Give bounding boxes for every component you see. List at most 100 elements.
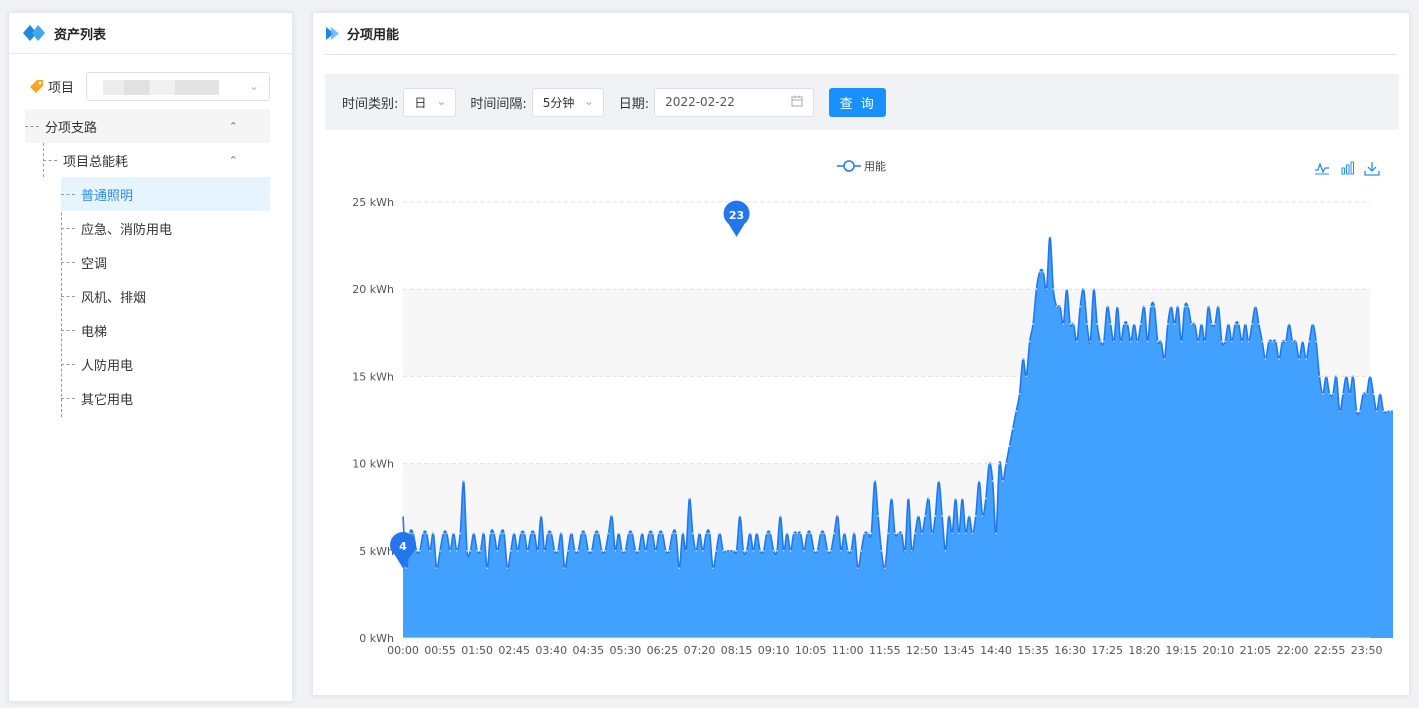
data-point [1345,375,1348,378]
chevron-up-icon[interactable]: ⌃ [229,154,238,167]
data-point [621,549,623,552]
data-point [1153,305,1156,308]
time-type-select[interactable]: 日 ⌄ [403,87,457,117]
data-point [698,532,701,535]
data-point [998,462,1001,465]
data-point [843,532,846,535]
x-tick-label: 23:50 [1351,644,1383,657]
data-point [830,549,832,552]
data-point [1143,305,1146,308]
x-tick-label: 21:05 [1240,644,1272,657]
data-point [1294,340,1297,343]
data-point [752,549,755,552]
tree-item[interactable]: 风机、排烟 [61,279,270,313]
data-point [452,532,455,535]
energy-area-chart: 0 kWh5 kWh10 kWh15 kWh20 kWh25 kWh00:00 0… [352,159,1393,657]
tree-item[interactable]: 空调 [61,245,270,279]
data-point [708,532,711,535]
data-point [1234,323,1237,325]
tree-item-label: 普通照明 [81,188,134,204]
data-point [796,532,799,535]
y-tick-label: 15 kWh [352,370,394,383]
tree-item[interactable]: 普通照明 [61,177,270,211]
tree-item[interactable]: 电梯 [61,313,270,347]
download-icon[interactable] [1364,161,1380,180]
time-interval-label: 时间间隔: [470,96,527,112]
calendar-icon [791,95,803,106]
data-point [469,549,472,552]
asset-list-title: 资产列表 [54,27,107,43]
tree-item[interactable]: 应急、消防用电 [61,211,270,245]
data-point [755,532,758,535]
data-point [981,515,984,517]
data-point [543,549,546,552]
data-point [1342,392,1344,395]
data-point [479,549,482,552]
data-point [1257,323,1260,325]
data-point [1018,392,1021,395]
data-point [604,549,607,552]
tree-node-root[interactable]: 分项支路 ⌃ [25,109,270,143]
date-label: 日期: [618,96,650,112]
data-point [493,532,495,535]
data-point [405,567,408,570]
data-point [560,532,563,535]
data-point [557,549,559,552]
x-tick-label: 05:30 [610,644,642,657]
data-point [442,532,445,535]
x-tick-label: 22:00 [1277,644,1309,657]
data-point [984,497,987,500]
tree-node-total[interactable]: 项目总能耗 ⌃ [25,143,270,177]
data-point [671,532,674,535]
asset-list-panel: 资产列表 项目 ⌄ 分项支路 ⌃ 项目总能耗 ⌃ 普通照明 应急、消防用电 空调 风机… [8,12,293,702]
x-tick-label: 17:25 [1091,644,1123,657]
chevron-up-icon[interactable]: ⌃ [229,120,238,133]
line-chart-icon[interactable] [1314,161,1330,179]
query-button[interactable]: 查 询 [829,87,887,117]
data-point [1241,340,1243,343]
x-tick-label: 16:30 [1054,644,1086,657]
data-point [1298,358,1301,360]
data-point [486,567,489,570]
data-point [1011,427,1014,430]
bar-chart-icon[interactable] [1340,161,1356,179]
data-point [1281,340,1284,343]
data-point [1008,445,1011,448]
data-point [904,549,906,552]
x-tick-label: 02:45 [498,644,530,657]
data-point [917,515,920,517]
data-point [803,549,805,552]
y-tick-label: 10 kWh [352,458,394,471]
date-value: 2022-02-22 [665,95,735,109]
time-interval-select[interactable]: 5分钟 ⌄ [531,87,604,117]
data-point [476,549,479,552]
tree-item-label: 人防用电 [81,358,134,374]
diamond-logo-icon [23,25,45,41]
data-point [765,532,768,535]
data-point [907,497,910,500]
data-point [978,480,981,482]
tree-item-label: 应急、消防用电 [81,222,173,238]
tree-item[interactable]: 其它用电 [61,381,270,415]
data-point [1180,340,1183,343]
data-point [1264,358,1267,360]
data-point [1237,323,1240,325]
data-point [1035,288,1038,291]
data-point [705,532,708,535]
data-point [1096,323,1098,325]
data-point [445,532,448,535]
data-point [1308,340,1311,343]
data-point [1200,323,1203,325]
data-point [570,532,573,535]
date-picker[interactable]: 2022-02-22 [654,87,815,117]
data-point [631,532,634,535]
data-point [772,549,775,552]
x-tick-label: 00:55 [424,644,456,657]
data-point [776,549,778,552]
data-point [1089,340,1092,343]
data-point [651,532,654,535]
x-tick-label: 13:45 [943,644,975,657]
project-select[interactable]: ⌄ [86,71,271,101]
data-point [1305,358,1307,360]
tree-item[interactable]: 人防用电 [61,347,270,381]
